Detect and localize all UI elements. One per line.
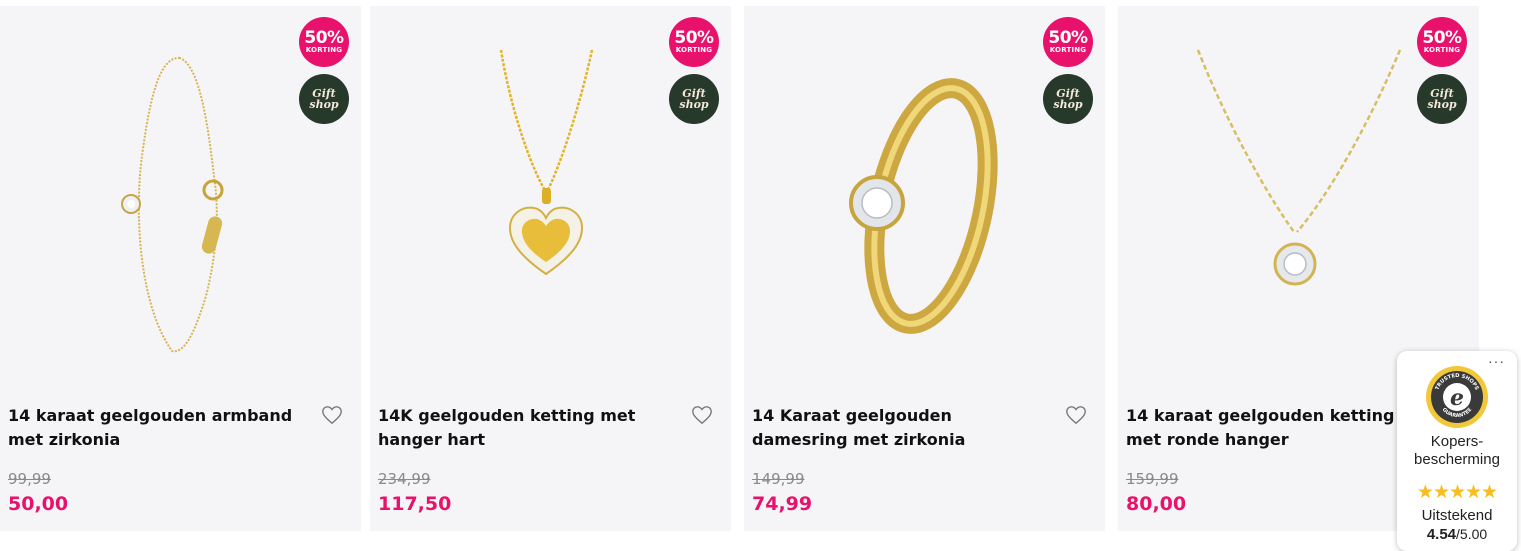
discount-percent: 50%	[304, 28, 344, 48]
rating-score: 4.54/5.00	[1397, 526, 1517, 543]
gift-badge-line2: shop	[1427, 98, 1457, 111]
product-card[interactable]: 50% KORTING Gift shop 14K geelgouden ket…	[370, 6, 731, 531]
discount-label: KORTING	[305, 46, 343, 54]
old-price: 159,99	[1126, 470, 1179, 488]
gift-shop-badge: Gift shop	[669, 74, 719, 124]
score-value: 4.54	[1426, 526, 1457, 543]
rating-stars: ★★★★★	[1416, 482, 1498, 503]
product-title[interactable]: 14K geelgouden ketting met hanger hart	[378, 404, 678, 452]
discount-badge: 50% KORTING	[669, 17, 719, 67]
sale-price: 50,00	[8, 493, 69, 515]
old-price: 99,99	[8, 470, 51, 488]
gift-badge-line2: shop	[309, 98, 339, 111]
round-pendant-necklace-image	[1196, 49, 1402, 286]
sale-price: 117,50	[378, 493, 452, 515]
discount-percent: 50%	[1048, 28, 1088, 48]
ring-image	[849, 78, 998, 334]
sale-price: 74,99	[752, 493, 813, 515]
bracelet-image	[121, 56, 224, 353]
discount-badge: 50% KORTING	[1417, 17, 1467, 67]
discount-badge: 50% KORTING	[299, 17, 349, 67]
old-price: 234,99	[378, 470, 431, 488]
product-card[interactable]: 50% KORTING Gift shop 14 Karaat geelgoud…	[744, 6, 1105, 531]
old-price: 149,99	[752, 470, 805, 488]
sale-price: 80,00	[1126, 493, 1187, 515]
gift-shop-badge: Gift shop	[299, 74, 349, 124]
product-title[interactable]: 14 karaat geelgouden ketting met ronde h…	[1126, 404, 1426, 452]
product-title[interactable]: 14 Karaat geelgouden damesring met zirko…	[752, 404, 1052, 452]
more-options-icon[interactable]: ···	[1488, 353, 1505, 369]
wishlist-heart-icon[interactable]	[691, 404, 713, 426]
seal-letter: e	[1450, 385, 1464, 411]
product-image[interactable]	[744, 6, 1105, 386]
discount-percent: 50%	[674, 28, 714, 48]
discount-label: KORTING	[1049, 46, 1087, 54]
rating-word: Uitstekend	[1421, 507, 1493, 524]
product-image[interactable]	[0, 6, 361, 386]
gift-shop-badge: Gift shop	[1043, 74, 1093, 124]
trusted-shops-widget[interactable]: ··· TRUSTED SHOPS GUARANTEE e Kopers-bes…	[1397, 351, 1517, 551]
product-card[interactable]: 50% KORTING Gift shop 14 karaat geelgoud…	[0, 6, 361, 531]
discount-label: KORTING	[1423, 46, 1461, 54]
discount-percent: 50%	[1422, 28, 1462, 48]
wishlist-heart-icon[interactable]	[1065, 404, 1087, 426]
product-title[interactable]: 14 karaat geelgouden armband met zirkoni…	[8, 404, 308, 452]
gift-badge-line2: shop	[1053, 98, 1083, 111]
product-image[interactable]	[1118, 6, 1479, 386]
trusted-shops-seal-icon: TRUSTED SHOPS GUARANTEE e	[1426, 366, 1488, 428]
discount-badge: 50% KORTING	[1043, 17, 1093, 67]
discount-label: KORTING	[675, 46, 713, 54]
gift-badge-line2: shop	[679, 98, 709, 111]
buyer-protection-label: Kopers-bescherming	[1414, 433, 1500, 468]
wishlist-heart-icon[interactable]	[321, 404, 343, 426]
heart-necklace-image	[499, 49, 594, 276]
product-image[interactable]	[370, 6, 731, 386]
gift-shop-badge: Gift shop	[1417, 74, 1467, 124]
